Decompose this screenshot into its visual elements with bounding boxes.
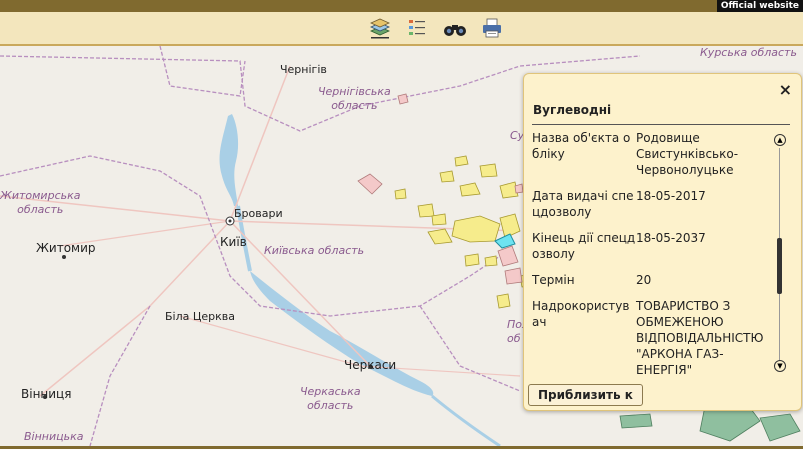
city-vinnytsia: Вінниця <box>21 387 72 401</box>
scroll-thumb[interactable] <box>777 238 782 294</box>
feature-info-popup: × Вуглеводні Назва об'єкта обліку Родови… <box>523 73 802 411</box>
region-poltava-partial-2: об <box>507 332 521 345</box>
attr-row-object-name: Назва об'єкта обліку Родовище Свистунків… <box>532 130 772 178</box>
popup-divider <box>532 124 790 125</box>
popup-title: Вуглеводні <box>533 103 612 117</box>
popup-scrollbar[interactable]: ▲ ▼ <box>774 134 786 374</box>
city-chernihiv: Чернігів <box>280 63 327 76</box>
attr-value: ТОВАРИСТВО З ОБМЕЖЕНОЮ ВІДПОВІДАЛЬНІСТЮ … <box>636 299 764 376</box>
printer-icon[interactable] <box>480 16 504 40</box>
attr-value: 20 <box>636 273 652 287</box>
top-bar <box>0 0 803 12</box>
zoom-to-button[interactable]: Приблизить к <box>528 384 643 406</box>
legend-list-icon[interactable] <box>405 16 429 40</box>
scroll-up-icon[interactable]: ▲ <box>774 134 786 146</box>
region-zhytomyr: Житомирська область <box>0 189 81 216</box>
region-kursk: Курська область <box>700 46 797 59</box>
region-chernihiv: Чернігівська область <box>318 85 391 112</box>
city-kyiv: Київ <box>220 235 247 249</box>
attr-key: Кінець дії спецдозволу <box>532 231 636 261</box>
attr-row-term: Термін 20 <box>532 272 772 288</box>
attr-key: Назва об'єкта обліку <box>532 131 631 161</box>
close-icon[interactable]: × <box>779 80 792 99</box>
scroll-down-icon[interactable]: ▼ <box>774 360 786 372</box>
city-zhytomyr: Житомир <box>36 241 96 255</box>
city-bila-tserkva: Біла Церква <box>165 310 236 323</box>
binoculars-icon[interactable] <box>443 16 467 40</box>
layers-icon[interactable] <box>368 16 392 40</box>
map-toolbar <box>0 12 803 46</box>
attr-key: Термін <box>532 273 575 287</box>
attr-row-expiry-date: Кінець дії спецдозволу 18-05-2037 <box>532 230 772 262</box>
city-cherkasy: Черкаси <box>344 358 397 372</box>
attr-row-issue-date: Дата видачі спецдозволу 18-05-2017 <box>532 188 772 220</box>
kyiv-reservoir <box>219 114 239 206</box>
city-brovary: Бровари <box>234 207 283 220</box>
region-cherkasy: Черкаська область <box>300 385 361 412</box>
popup-attribute-list: Назва об'єкта обліку Родовище Свистунків… <box>532 130 772 376</box>
kremenchuk-reservoir <box>250 271 434 396</box>
attr-value: Родовище Свистунківсько-Червонолуцьке <box>636 131 739 177</box>
region-kyiv: Київська область <box>264 244 365 257</box>
official-website-label[interactable]: Official website <box>716 0 803 12</box>
region-vinnytsia: Вінницька <box>24 430 84 443</box>
attr-row-subsoil-user: Надрокористувач ТОВАРИСТВО З ОБМЕЖЕНОЮ В… <box>532 298 772 376</box>
attr-key: Дата видачі спецдозволу <box>532 189 634 219</box>
attr-value: 18-05-2037 <box>636 231 706 245</box>
attr-value: 18-05-2017 <box>636 189 706 203</box>
attr-key: Надрокористувач <box>532 299 630 329</box>
